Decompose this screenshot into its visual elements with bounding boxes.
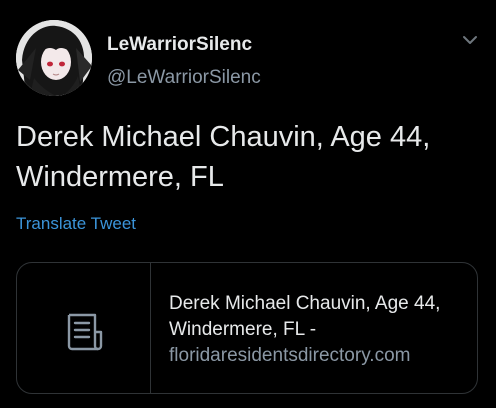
card-thumbnail [17, 263, 151, 393]
avatar[interactable] [16, 20, 92, 96]
chevron-down-icon[interactable] [458, 30, 482, 50]
author-display-name[interactable]: LeWarriorSilenc [107, 34, 252, 56]
translate-tweet-link[interactable]: Translate Tweet [16, 213, 136, 235]
anime-girl-avatar-image [16, 20, 92, 96]
card-domain: floridaresidentsdirectory.com [169, 345, 411, 366]
tweet[interactable]: LeWarriorSilenc @LeWarriorSilenc Derek M… [0, 0, 496, 408]
document-icon [65, 312, 105, 352]
card-title: Derek Michael Chauvin, Age 44, Windermer… [169, 293, 441, 340]
link-card[interactable]: Derek Michael Chauvin, Age 44, Windermer… [16, 262, 478, 394]
card-body: Derek Michael Chauvin, Age 44, Windermer… [169, 291, 469, 369]
author-handle[interactable]: @LeWarriorSilenc [107, 67, 261, 89]
tweet-text: Derek Michael Chauvin, Age 44, Windermer… [16, 121, 431, 193]
